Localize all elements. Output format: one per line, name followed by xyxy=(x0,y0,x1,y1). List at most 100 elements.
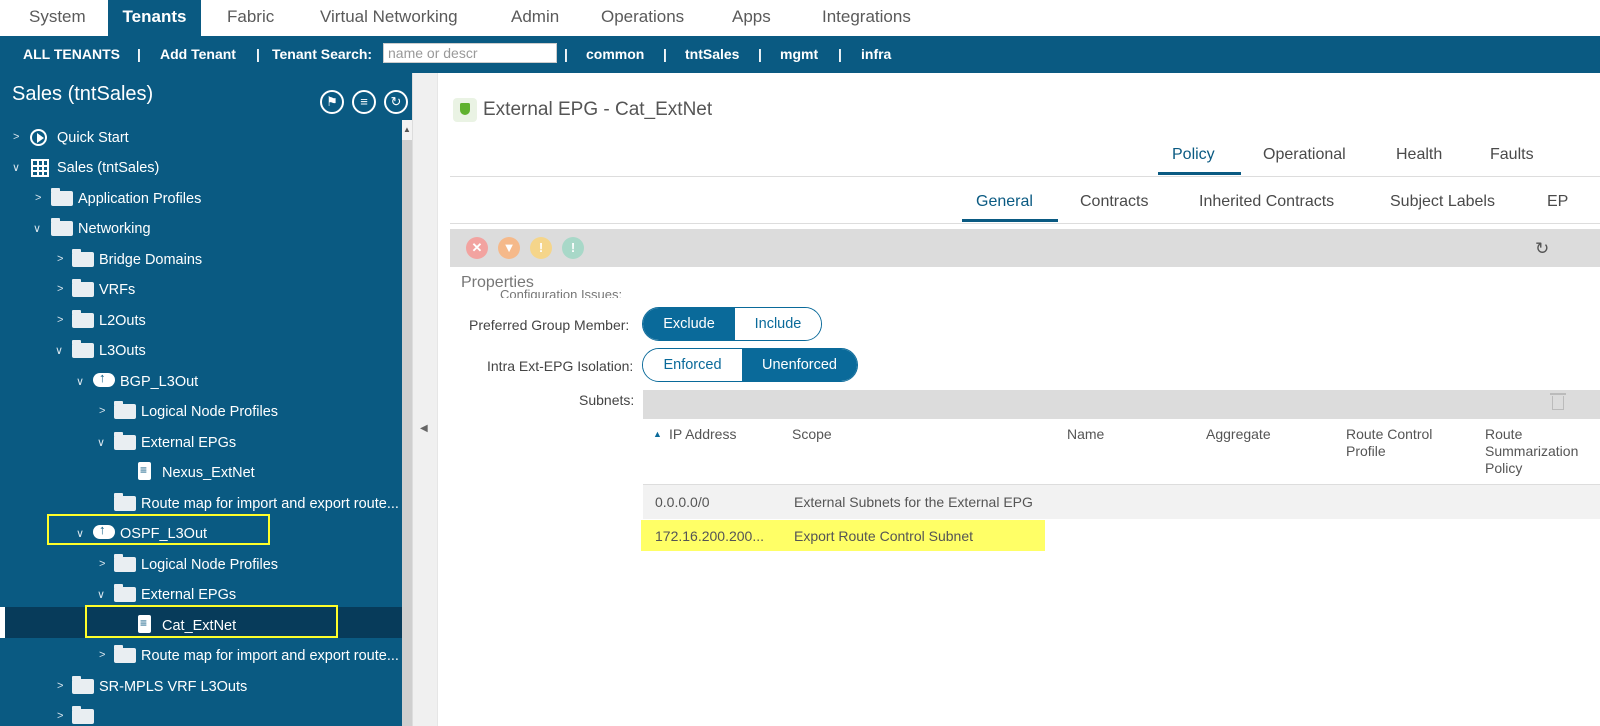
tenant-link-tntsales[interactable]: tntSales xyxy=(685,46,739,62)
tab-faults[interactable]: Faults xyxy=(1490,146,1534,164)
separator: | xyxy=(256,46,260,62)
tab-operations[interactable]: Operations xyxy=(601,0,684,36)
folder-icon xyxy=(114,432,136,450)
warning-fault-icon[interactable]: ! xyxy=(562,237,584,259)
folder-icon xyxy=(72,676,94,694)
tab-contracts[interactable]: Contracts xyxy=(1080,193,1148,211)
tree-scrollbar[interactable]: ▲ xyxy=(402,120,412,726)
tab-inherited-contracts[interactable]: Inherited Contracts xyxy=(1199,193,1334,211)
column-scope[interactable]: Scope xyxy=(792,426,832,443)
trash-icon[interactable] xyxy=(1550,393,1566,410)
chevron-right-icon[interactable]: > xyxy=(57,680,63,692)
chevron-down-icon[interactable]: ∨ xyxy=(97,436,105,449)
tab-fabric[interactable]: Fabric xyxy=(227,0,274,36)
chevron-down-icon[interactable]: ∨ xyxy=(76,375,84,388)
chevron-right-icon[interactable]: > xyxy=(57,710,63,722)
chevron-right-icon[interactable]: > xyxy=(99,405,105,417)
all-tenants-link[interactable]: ALL TENANTS xyxy=(23,46,120,62)
tab-operational[interactable]: Operational xyxy=(1263,146,1346,164)
minor-fault-icon[interactable]: ! xyxy=(530,237,552,259)
tree-label: Sales (tntSales) xyxy=(57,160,160,176)
chevron-right-icon[interactable]: > xyxy=(35,192,41,204)
cell-scope: Export Route Control Subnet xyxy=(794,528,973,544)
tab-health[interactable]: Health xyxy=(1396,146,1442,164)
sort-ascending-icon[interactable]: ▲ xyxy=(653,426,662,443)
critical-fault-icon[interactable]: ✕ xyxy=(466,237,488,259)
tree-label: Route map for import and export route... xyxy=(141,496,399,512)
tab-policy[interactable]: Policy xyxy=(1172,146,1215,164)
tab-subject-labels[interactable]: Subject Labels xyxy=(1390,193,1495,211)
tab-admin[interactable]: Admin xyxy=(511,0,559,36)
table-row[interactable]: 0.0.0.0/0 External Subnets for the Exter… xyxy=(643,485,1600,519)
chevron-down-icon[interactable]: ∨ xyxy=(33,222,41,235)
exclude-option[interactable]: Exclude xyxy=(643,308,735,340)
list-filter-icon[interactable]: ≡ xyxy=(352,90,376,114)
navigation-panel: Sales (tntSales) ⚑ ≡ ↻ > Quick Start ∨ S… xyxy=(0,73,412,726)
tree-label: Route map for import and export route... xyxy=(141,648,399,664)
chevron-down-icon[interactable]: ∨ xyxy=(55,344,63,357)
folder-icon xyxy=(114,645,136,663)
collapse-arrow-icon[interactable]: ◀ xyxy=(420,423,428,434)
tab-general[interactable]: General xyxy=(976,193,1033,211)
tenant-search-input[interactable] xyxy=(383,43,557,63)
tree-label: Quick Start xyxy=(57,130,129,146)
separator: | xyxy=(137,46,141,62)
subnets-label: Subnets: xyxy=(579,392,635,408)
tab-integrations[interactable]: Integrations xyxy=(822,0,911,36)
include-option[interactable]: Include xyxy=(735,308,821,340)
divider xyxy=(450,223,1600,224)
chevron-down-icon[interactable]: ∨ xyxy=(12,161,20,174)
chevron-right-icon[interactable]: > xyxy=(99,558,105,570)
tree-label: Bridge Domains xyxy=(99,252,203,268)
cloud-icon xyxy=(93,370,115,387)
add-tenant-link[interactable]: Add Tenant xyxy=(160,46,236,62)
chevron-right-icon[interactable]: > xyxy=(57,283,63,295)
chevron-right-icon[interactable]: > xyxy=(13,131,19,143)
chevron-right-icon[interactable]: > xyxy=(99,649,105,661)
tree-label: Logical Node Profiles xyxy=(141,404,279,420)
divider xyxy=(450,176,1600,177)
tab-apps[interactable]: Apps xyxy=(732,0,771,36)
chevron-right-icon[interactable]: > xyxy=(57,314,63,326)
highlight-box xyxy=(47,514,270,545)
unenforced-option[interactable]: Unenforced xyxy=(742,349,857,381)
chevron-right-icon[interactable]: > xyxy=(57,253,63,265)
subnets-toolbar xyxy=(643,390,1600,419)
table-row[interactable]: 172.16.200.200... Export Route Control S… xyxy=(643,519,1600,553)
refresh-icon[interactable]: ↻ xyxy=(384,90,408,114)
refresh-icon[interactable]: ↻ xyxy=(1535,239,1549,259)
tenant-link-common[interactable]: common xyxy=(586,46,644,62)
folder-icon xyxy=(72,706,94,724)
pin-icon[interactable]: ⚑ xyxy=(320,90,344,114)
folder-icon xyxy=(72,249,94,267)
enforced-option[interactable]: Enforced xyxy=(643,349,742,381)
preferred-group-toggle: Exclude Include xyxy=(642,307,822,341)
tenant-bar: ALL TENANTS | Add Tenant | Tenant Search… xyxy=(0,36,1600,73)
major-fault-icon[interactable]: ▼ xyxy=(498,237,520,259)
tab-tenants[interactable]: Tenants xyxy=(108,0,201,36)
folder-icon xyxy=(114,584,136,602)
separator: | xyxy=(564,46,568,62)
tab-ep[interactable]: EP xyxy=(1547,193,1568,211)
scroll-up-icon[interactable]: ▲ xyxy=(402,120,412,140)
fault-toolbar: ✕ ▼ ! ! xyxy=(450,229,1600,267)
column-route-summarization-policy[interactable]: Route Summarization Policy xyxy=(1485,426,1585,477)
panel-splitter[interactable]: ◀ xyxy=(412,73,438,726)
column-aggregate[interactable]: Aggregate xyxy=(1206,426,1271,443)
tenant-grid-icon xyxy=(31,159,49,177)
tree-label: L2Outs xyxy=(99,313,146,329)
folder-icon xyxy=(114,493,136,511)
tenant-link-mgmt[interactable]: mgmt xyxy=(780,46,818,62)
chevron-down-icon[interactable]: ∨ xyxy=(97,588,105,601)
isolation-label: Intra Ext-EPG Isolation: xyxy=(487,358,634,374)
tenant-link-infra[interactable]: infra xyxy=(861,46,891,62)
column-route-control-profile[interactable]: Route Control Profile xyxy=(1346,426,1456,460)
column-name[interactable]: Name xyxy=(1067,426,1104,443)
folder-icon xyxy=(72,279,94,297)
column-ip-address[interactable]: IP Address xyxy=(669,426,736,443)
tab-system[interactable]: System xyxy=(29,0,86,36)
folder-icon xyxy=(51,188,73,206)
folder-icon xyxy=(114,401,136,419)
scrollbar-thumb[interactable] xyxy=(402,140,412,726)
tab-virtual-networking[interactable]: Virtual Networking xyxy=(320,0,458,36)
